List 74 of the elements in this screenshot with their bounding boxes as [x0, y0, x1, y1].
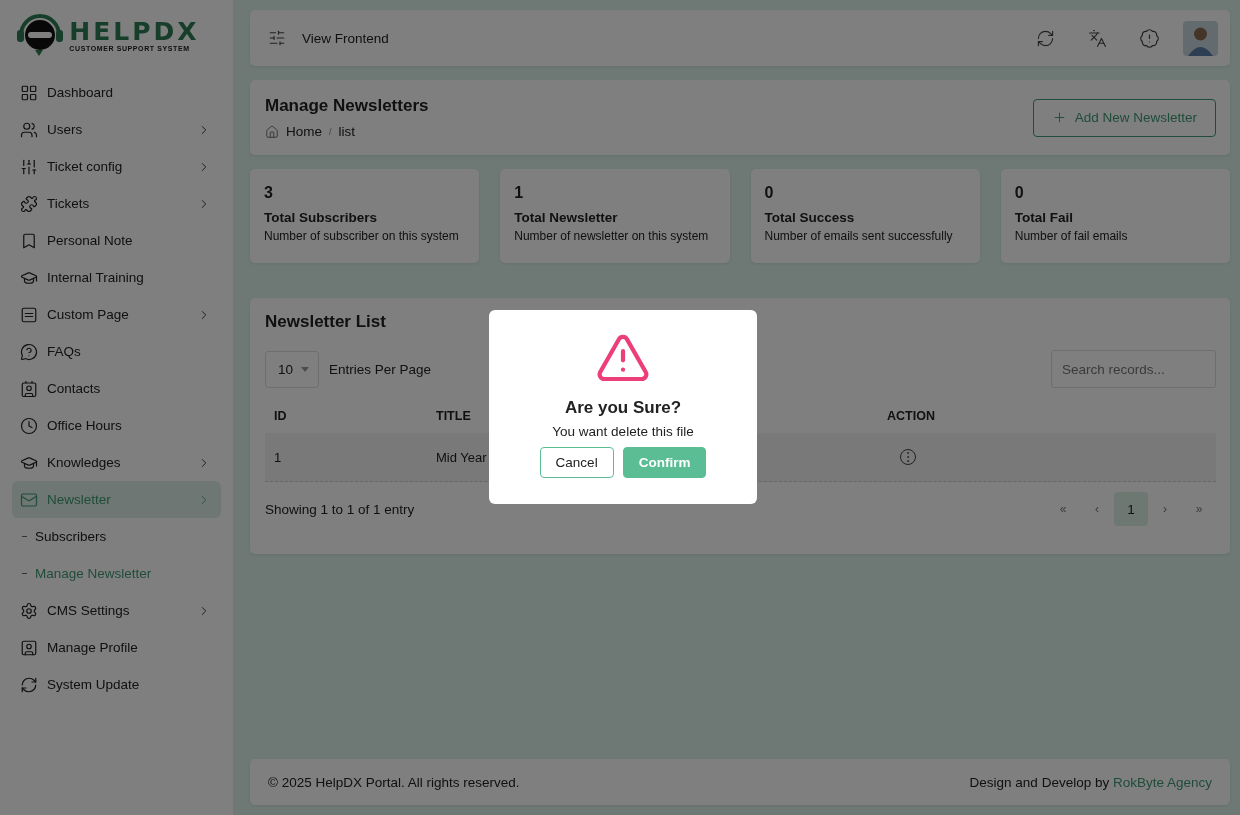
stat-title: Total Success [764, 210, 856, 225]
search-field[interactable]: Search records... [1051, 350, 1216, 388]
home-icon [265, 124, 279, 139]
mail-icon [20, 490, 38, 509]
stat-title: Total Newsletter [514, 210, 619, 225]
column-header: ID [274, 408, 287, 423]
user-square-icon [20, 638, 38, 657]
entries-label: Entries Per Page [329, 361, 432, 377]
users-icon [20, 120, 38, 139]
sliders-icon[interactable] [268, 29, 286, 47]
stat-description: Number of newsletter on this system [514, 229, 710, 243]
stat-value: 1 [514, 184, 525, 202]
plus-icon [1051, 110, 1067, 125]
pagination-button[interactable]: › [1148, 492, 1182, 526]
pagination-button[interactable]: 1 [1114, 492, 1148, 526]
table-cell: 1 [274, 449, 282, 465]
stat-value: 3 [264, 184, 274, 202]
nav-item[interactable]: CMS Settings [12, 592, 221, 629]
avatar[interactable] [1183, 20, 1218, 56]
copyright-text: © 2025 HelpDX Portal. All rights reserved. [268, 774, 520, 790]
breadcrumb-item: list [338, 124, 356, 139]
nav-item[interactable]: Office Hours [12, 407, 221, 444]
stat-value: 0 [764, 184, 775, 202]
nav-subitem[interactable]: Manage Newsletter [12, 555, 221, 592]
stat-value: 0 [1014, 184, 1025, 202]
puzzle-icon [20, 194, 38, 213]
breadcrumb-item[interactable]: Home [286, 124, 322, 139]
headset-logo-icon [15, 13, 66, 57]
nav-item[interactable]: Knowledges [12, 444, 221, 481]
dialog-message: You want delete this file [552, 424, 694, 439]
nav-item[interactable]: Manage Profile [12, 629, 221, 666]
column-header: ACTION [887, 408, 935, 423]
clock-icon [20, 416, 38, 435]
cancel-button[interactable]: Cancel [539, 447, 614, 478]
refresh-icon [20, 675, 38, 694]
agency-link[interactable]: RokByte Agency [1112, 774, 1212, 790]
breadcrumb-separator: / [329, 126, 332, 137]
nav-item[interactable]: Users [12, 111, 221, 148]
stat-description: Number of fail emails [1014, 229, 1129, 243]
sliders-icon [20, 157, 38, 176]
nav-item[interactable]: Contacts [12, 370, 221, 407]
grid-icon [20, 83, 38, 102]
pagination-button[interactable]: » [1182, 492, 1216, 526]
nav-subitem[interactable]: Subscribers [12, 518, 221, 555]
column-header: TITLE [436, 408, 471, 423]
stat-title: Total Fail [1014, 210, 1074, 225]
stat-description: Number of subscriber on this system [264, 229, 460, 243]
nav-item[interactable]: Personal Note [12, 222, 221, 259]
entries-summary: Showing 1 to 1 of 1 entry [265, 501, 415, 517]
nav-item[interactable]: Tickets [12, 185, 221, 222]
question-bubble-icon [20, 342, 38, 361]
stat-title: Total Subscribers [264, 210, 379, 225]
nav-item[interactable]: Ticket config [12, 148, 221, 185]
equal-square-icon [20, 305, 38, 324]
credit-text: Design and Develop by RokByte Agency [969, 774, 1212, 790]
pagination-button[interactable]: « [1046, 492, 1080, 526]
page-title: Manage Newsletters [265, 96, 429, 116]
pagination-button[interactable]: ‹ [1080, 492, 1114, 526]
nav-item[interactable]: Dashboard [12, 74, 221, 111]
nav-item[interactable]: System Update [12, 666, 221, 703]
stat-description: Number of emails sent successfully [764, 229, 954, 243]
bookmark-icon [20, 231, 38, 250]
logo-name: HELPDX [69, 18, 200, 45]
entries-select[interactable]: 10 [265, 350, 320, 388]
nav-item[interactable]: Internal Training [12, 259, 221, 296]
contact-card-icon [20, 379, 38, 398]
list-title: Newsletter List [265, 312, 387, 332]
settings-icon [20, 601, 38, 620]
dialog-title: Are you Sure? [564, 398, 682, 418]
add-newsletter-button[interactable]: Add New Newsletter [1032, 98, 1216, 137]
nav-item[interactable]: FAQs [12, 333, 221, 370]
caret-icon [301, 366, 310, 372]
table-cell: Mid Year [436, 449, 487, 465]
nav-item[interactable]: Custom Page [12, 296, 221, 333]
